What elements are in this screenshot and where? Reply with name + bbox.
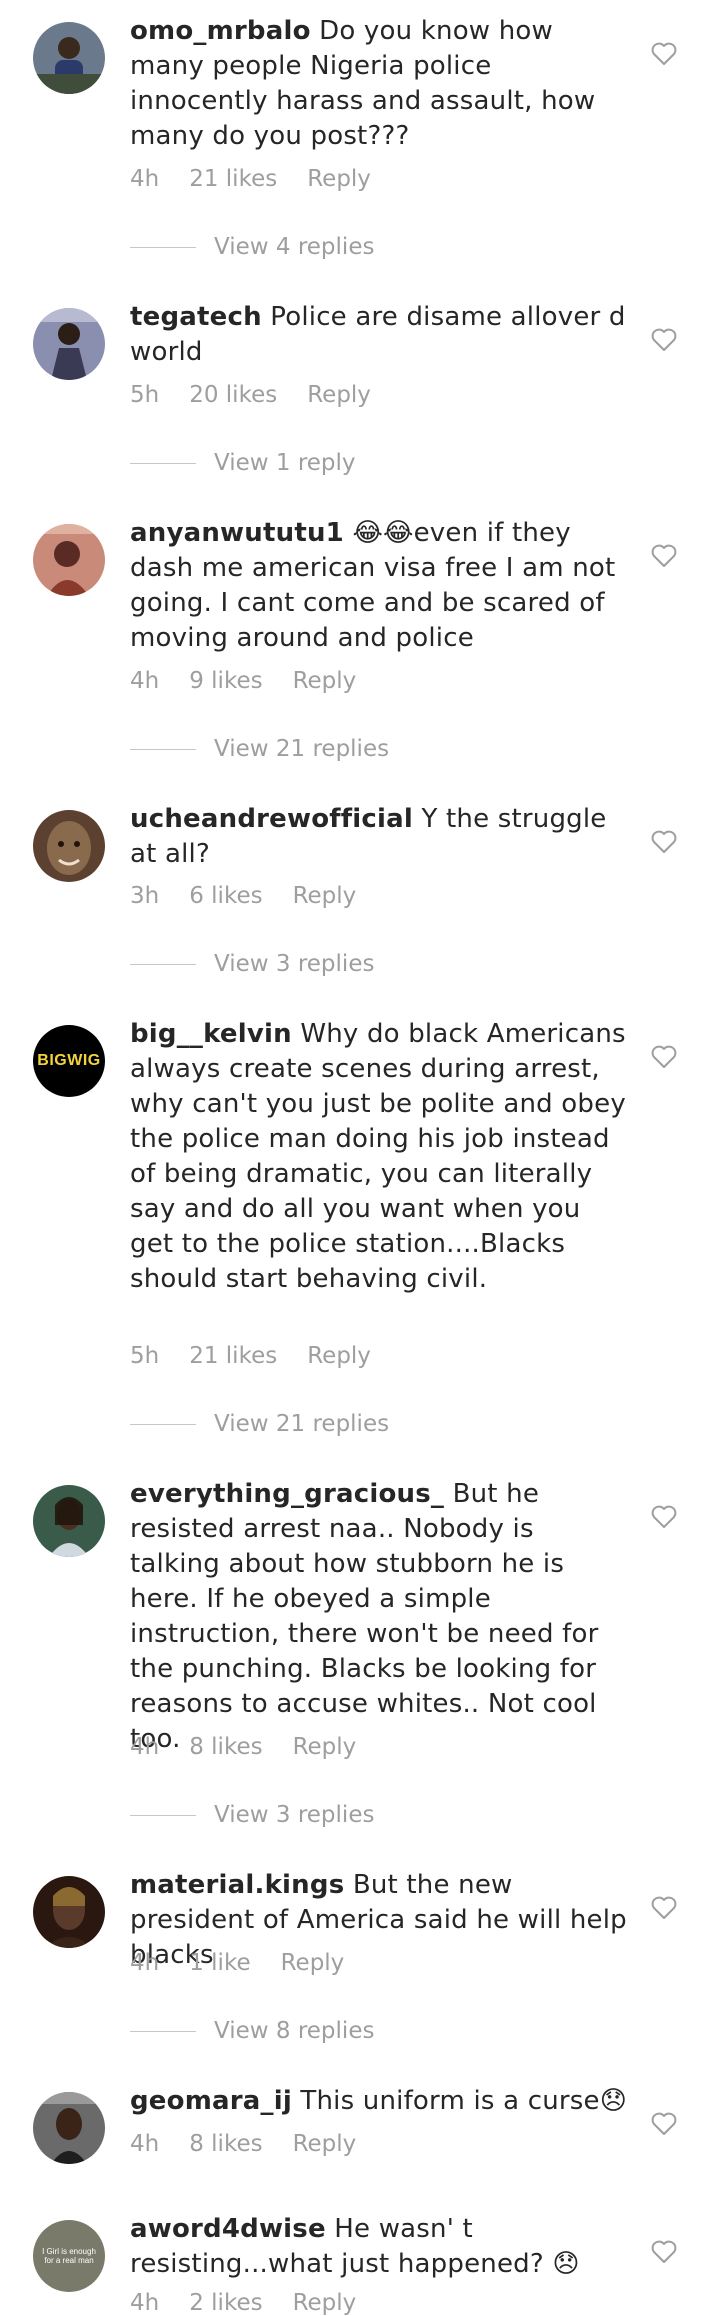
timestamp: 4h [130,1734,160,1760]
timestamp: 4h [130,668,160,694]
view-replies-button[interactable]: View 3 replies [130,951,374,977]
username-link[interactable]: tegatech [130,302,262,332]
comment-text: geomara_ij This uniform is a curse😞 [130,2084,630,2119]
timestamp: 4h [130,2290,160,2316]
likes-count[interactable]: 2 likes [189,2290,262,2316]
view-replies-label[interactable]: View 1 reply [214,450,356,476]
username-link[interactable]: omo_mrbalo [130,16,311,46]
likes-count[interactable]: 20 likes [189,382,277,408]
avatar[interactable]: BIGWIG [33,1025,105,1097]
avatar[interactable]: I Girl is enough for a real man [33,2220,105,2292]
divider [130,2030,196,2032]
comment-text: omo_mrbalo Do you know how many people N… [130,14,630,154]
username-link[interactable]: geomara_ij [130,2086,292,2116]
reply-button[interactable]: Reply [281,1950,345,1976]
reply-button[interactable]: Reply [293,883,357,909]
heart-icon[interactable] [651,1896,677,1920]
comment-meta: 4h 21 likes Reply [130,166,371,192]
avatar[interactable] [33,524,105,596]
heart-icon[interactable] [651,1045,677,1069]
heart-icon[interactable] [651,830,677,854]
reply-button[interactable]: Reply [293,1734,357,1760]
view-replies-label[interactable]: View 21 replies [214,1411,389,1437]
heart-icon[interactable] [651,42,677,66]
avatar[interactable] [33,1485,105,1557]
reply-button[interactable]: Reply [293,668,357,694]
comment-text: big__kelvin Why do black Americans alway… [130,1017,630,1297]
likes-count[interactable]: 8 likes [189,1734,262,1760]
comment-body: This uniform is a curse😞 [300,2086,628,2116]
comment-meta: 3h 6 likes Reply [130,883,356,909]
heart-icon[interactable] [651,2240,677,2264]
comment-text: aword4dwise He wasn' t resisting...what … [130,2212,630,2282]
username-link[interactable]: aword4dwise [130,2214,326,2244]
comment-meta: 5h 20 likes Reply [130,382,371,408]
likes-count[interactable]: 1 like [189,1950,250,1976]
timestamp: 4h [130,1950,160,1976]
comment-meta: 4h 1 like Reply [130,1950,344,1976]
view-replies-label[interactable]: View 8 replies [214,2018,374,2044]
comment-body: Why do black Americans always create sce… [130,1019,626,1294]
likes-count[interactable]: 21 likes [189,166,277,192]
reply-button[interactable]: Reply [307,166,371,192]
reply-button[interactable]: Reply [307,382,371,408]
timestamp: 4h [130,2131,160,2157]
avatar[interactable] [33,810,105,882]
likes-count[interactable]: 9 likes [189,668,262,694]
view-replies-button[interactable]: View 4 replies [130,234,374,260]
view-replies-label[interactable]: View 4 replies [214,234,374,260]
username-link[interactable]: material.kings [130,1870,344,1900]
avatar[interactable] [33,1876,105,1948]
view-replies-label[interactable]: View 3 replies [214,951,374,977]
divider [130,1814,196,1816]
reply-button[interactable]: Reply [293,2131,357,2157]
reply-button[interactable]: Reply [293,2290,357,2316]
avatar[interactable] [33,22,105,94]
heart-icon[interactable] [651,1505,677,1529]
reply-button[interactable]: Reply [307,1343,371,1369]
divider [130,462,196,464]
comment-meta: 4h 8 likes Reply [130,1734,356,1760]
timestamp: 5h [130,1343,160,1369]
view-replies-button[interactable]: View 8 replies [130,2018,374,2044]
comment-meta: 4h 2 likes Reply [130,2290,356,2316]
heart-icon[interactable] [651,2112,677,2136]
username-link[interactable]: everything_gracious_ [130,1479,444,1509]
heart-icon[interactable] [651,544,677,568]
likes-count[interactable]: 8 likes [189,2131,262,2157]
likes-count[interactable]: 6 likes [189,883,262,909]
comment-meta: 4h 9 likes Reply [130,668,356,694]
comment-text: everything_gracious_ But he resisted arr… [130,1477,630,1757]
comment-meta: 4h 8 likes Reply [130,2131,356,2157]
view-replies-button[interactable]: View 1 reply [130,450,356,476]
view-replies-button[interactable]: View 21 replies [130,1411,389,1437]
comment-text: anyanwututu1 😂😂even if they dash me amer… [130,516,630,656]
avatar[interactable] [33,308,105,380]
view-replies-button[interactable]: View 3 replies [130,1802,374,1828]
divider [130,1423,196,1425]
heart-icon[interactable] [651,328,677,352]
timestamp: 3h [130,883,160,909]
timestamp: 4h [130,166,160,192]
comment-body: But he resisted arrest naa.. Nobody is t… [130,1479,599,1754]
likes-count[interactable]: 21 likes [189,1343,277,1369]
username-link[interactable]: big__kelvin [130,1019,292,1049]
divider [130,963,196,965]
view-replies-label[interactable]: View 3 replies [214,1802,374,1828]
avatar[interactable] [33,2092,105,2164]
comment-text: tegatech Police are disame allover d wor… [130,300,630,370]
avatar-label: I Girl is enough for a real man [42,2247,96,2265]
divider [130,748,196,750]
username-link[interactable]: anyanwututu1 [130,518,344,548]
divider [130,246,196,248]
timestamp: 5h [130,382,160,408]
view-replies-label[interactable]: View 21 replies [214,736,389,762]
view-replies-button[interactable]: View 21 replies [130,736,389,762]
comment-meta: 5h 21 likes Reply [130,1343,371,1369]
comment-text: ucheandrewofficial Y the struggle at all… [130,802,630,872]
username-link[interactable]: ucheandrewofficial [130,804,413,834]
avatar-label: BIGWIG [37,1052,101,1069]
